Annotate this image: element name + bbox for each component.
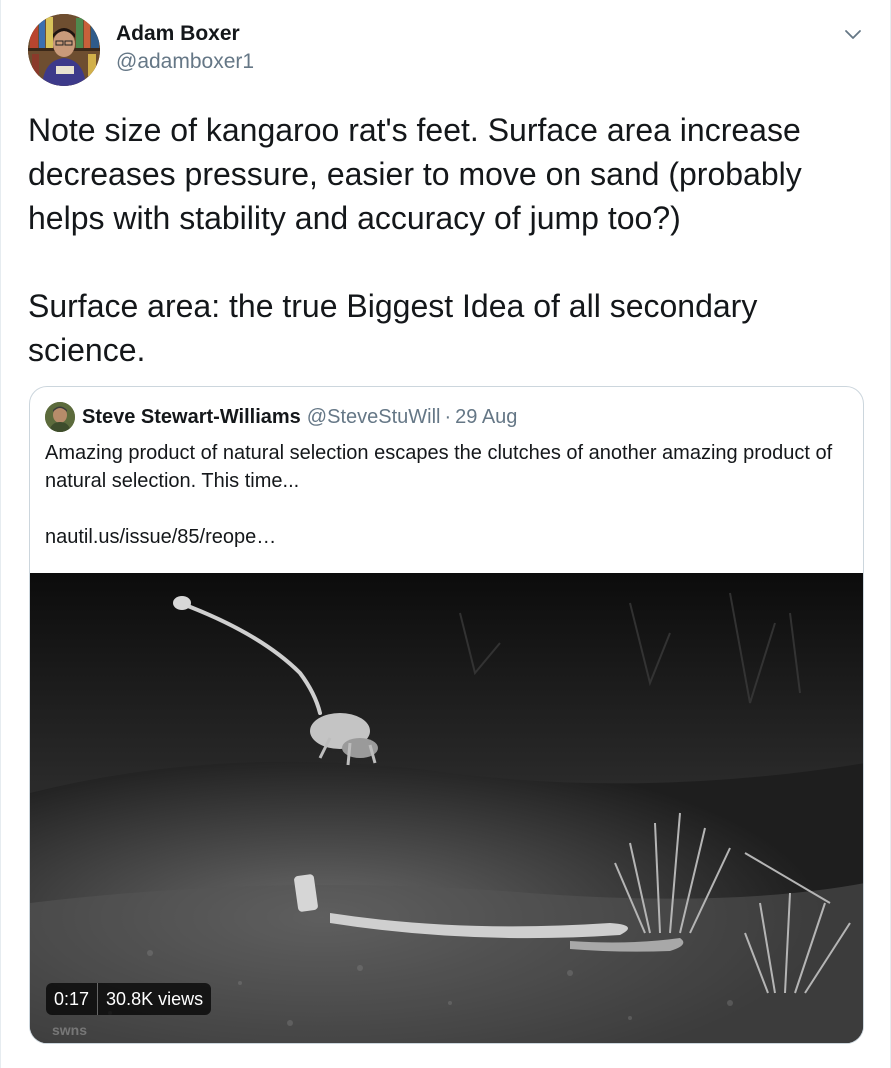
chevron-down-icon[interactable] bbox=[841, 22, 865, 46]
author-name[interactable]: Adam Boxer bbox=[116, 21, 240, 47]
author-handle[interactable]: @adamboxer1 bbox=[116, 49, 254, 75]
video-player[interactable]: swns 0:17 30.8K views bbox=[30, 573, 863, 1043]
quoted-tweet-link[interactable]: nautil.us/issue/85/reope… bbox=[45, 523, 276, 551]
quoted-tweet-header: Steve Stewart-Williams @SteveStuWill · 2… bbox=[45, 401, 517, 433]
video-frame: swns bbox=[30, 573, 863, 1043]
video-view-count: 30.8K views bbox=[98, 983, 212, 1015]
quoted-author-name[interactable]: Steve Stewart-Williams bbox=[82, 406, 301, 429]
author-avatar[interactable] bbox=[28, 14, 100, 86]
quoted-date[interactable]: 29 Aug bbox=[455, 406, 517, 429]
video-stats: 0:17 30.8K views bbox=[46, 983, 212, 1015]
tweet-text: Note size of kangaroo rat's feet. Surfac… bbox=[28, 112, 802, 368]
video-duration: 0:17 bbox=[46, 983, 99, 1015]
quoted-author-avatar[interactable] bbox=[45, 402, 75, 432]
tweet: Adam Boxer @adamboxer1 Note size of kang… bbox=[0, 0, 891, 1068]
quoted-author-handle[interactable]: @SteveStuWill bbox=[307, 406, 441, 429]
video-watermark: swns bbox=[52, 1022, 87, 1038]
separator-dot: · bbox=[444, 405, 452, 428]
quoted-tweet-text: Amazing product of natural selection esc… bbox=[45, 442, 833, 492]
quoted-tweet[interactable]: Steve Stewart-Williams @SteveStuWill · 2… bbox=[29, 386, 864, 1044]
